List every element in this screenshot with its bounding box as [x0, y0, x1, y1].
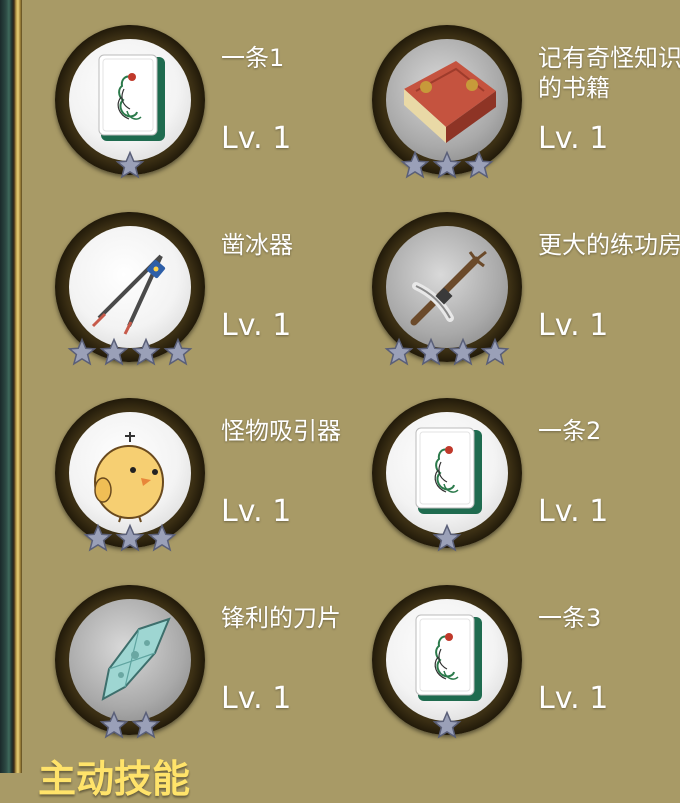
skill-item-5[interactable]: 怪物吸引器 Lv. 1 [55, 398, 375, 568]
skill-item-8[interactable]: 一条3 Lv. 1 [372, 585, 680, 755]
crystal-blade-icon [101, 617, 171, 701]
skill-name: 记有奇怪知识的书籍 [538, 44, 680, 102]
compass-divider-icon [91, 254, 166, 335]
skill-name: 凿冰器 [221, 231, 293, 259]
star-icon [464, 150, 494, 179]
skill-level: Lv. 1 [538, 494, 609, 529]
yellow-chick-icon [94, 432, 164, 523]
skill-level: Lv. 1 [221, 308, 292, 343]
skill-level: Lv. 1 [538, 681, 609, 716]
star-icon [480, 337, 510, 366]
skill-level: Lv. 1 [221, 681, 292, 716]
pickaxe-icon [410, 250, 487, 326]
star-icon [67, 337, 97, 366]
star-rating [55, 523, 205, 553]
star-rating [55, 150, 205, 180]
star-icon [147, 523, 177, 552]
skill-name: 一条1 [221, 44, 285, 72]
star-icon [432, 150, 462, 179]
skill-item-6[interactable]: 一条2 Lv. 1 [372, 398, 680, 568]
skill-item-4[interactable]: 更大的练功房 Lv. 1 [372, 212, 680, 382]
skill-item-1[interactable]: 一条1 Lv. 1 [55, 25, 375, 195]
red-book-icon [404, 61, 496, 143]
star-icon [99, 710, 129, 739]
left-frame-border [0, 0, 22, 773]
star-icon [163, 337, 193, 366]
star-icon [400, 150, 430, 179]
star-icon [115, 523, 145, 552]
section-title: 主动技能 [38, 757, 191, 801]
star-rating [55, 710, 205, 740]
star-rating [55, 337, 205, 367]
star-icon [131, 710, 161, 739]
skill-name: 怪物吸引器 [221, 417, 341, 445]
star-rating [372, 710, 522, 740]
star-icon [83, 523, 113, 552]
skill-level: Lv. 1 [221, 494, 292, 529]
mahjong-bird-tile-icon [415, 427, 482, 514]
skill-name: 一条3 [538, 604, 602, 632]
star-icon [99, 337, 129, 366]
star-rating [372, 150, 522, 180]
skill-level: Lv. 1 [538, 121, 609, 156]
skill-item-2[interactable]: 记有奇怪知识的书籍 Lv. 1 [372, 25, 680, 195]
mahjong-bird-tile-icon [98, 54, 165, 141]
star-icon [384, 337, 414, 366]
mahjong-bird-tile-icon [415, 614, 482, 701]
star-icon [115, 150, 145, 179]
star-icon [448, 337, 478, 366]
skill-level: Lv. 1 [538, 308, 609, 343]
skill-name: 更大的练功房 [538, 231, 680, 259]
skill-name: 一条2 [538, 417, 602, 445]
star-icon [131, 337, 161, 366]
skill-level: Lv. 1 [221, 121, 292, 156]
star-rating [372, 337, 522, 367]
star-rating [372, 523, 522, 553]
star-icon [432, 710, 462, 739]
skill-name: 锋利的刀片 [221, 604, 341, 632]
star-icon [432, 523, 462, 552]
skill-item-3[interactable]: 凿冰器 Lv. 1 [55, 212, 375, 382]
skill-item-7[interactable]: 锋利的刀片 Lv. 1 [55, 585, 375, 755]
star-icon [416, 337, 446, 366]
